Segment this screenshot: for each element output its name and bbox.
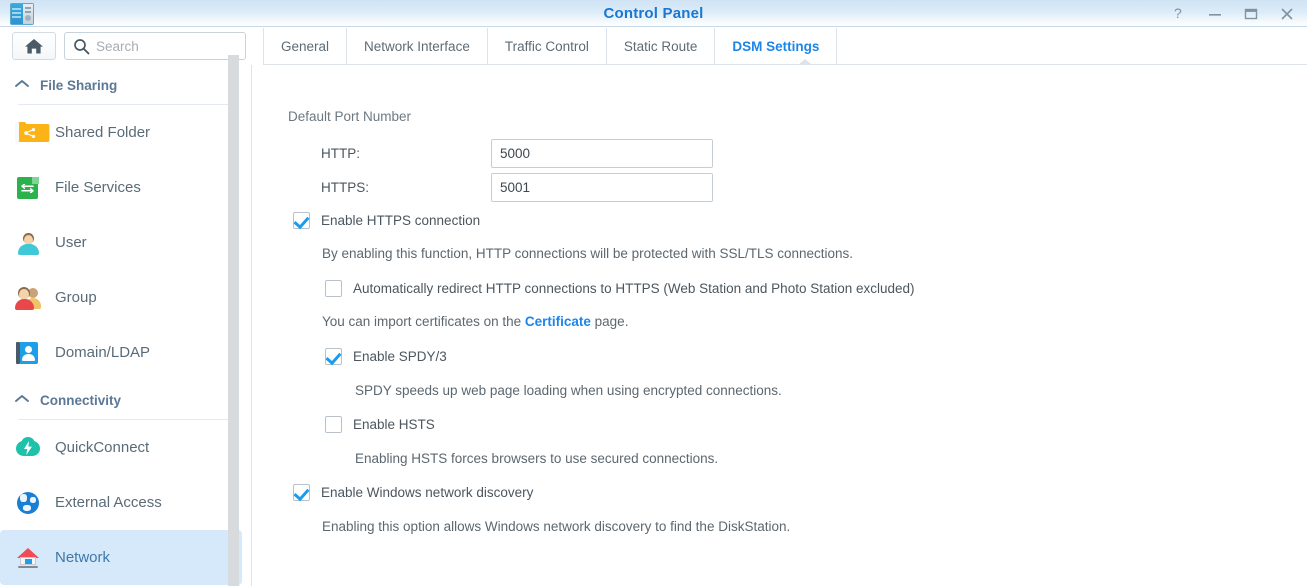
sidebar: Search File Sharing Shared Folder File S… xyxy=(0,27,252,586)
http-port-row: HTTP: xyxy=(321,139,713,168)
shared-folder-icon xyxy=(14,119,50,147)
windows-discovery-description: Enabling this option allows Windows netw… xyxy=(322,519,791,534)
sidebar-item-label: Network xyxy=(55,549,111,566)
home-button[interactable] xyxy=(12,32,56,60)
svg-text:?: ? xyxy=(1174,6,1182,21)
https-port-input[interactable] xyxy=(491,173,713,202)
http-port-input[interactable] xyxy=(491,139,713,168)
windows-discovery-checkbox[interactable] xyxy=(293,484,310,501)
group-icon xyxy=(14,284,42,312)
sidebar-group-header-connectivity[interactable]: Connectivity xyxy=(0,386,252,414)
sidebar-item-label: File Services xyxy=(55,179,141,196)
auto-redirect-checkbox[interactable] xyxy=(325,280,342,297)
sidebar-item-quickconnect[interactable]: QuickConnect xyxy=(0,420,252,475)
sidebar-item-label: Group xyxy=(55,289,97,306)
tab-traffic-control[interactable]: Traffic Control xyxy=(488,28,607,64)
http-port-label: HTTP: xyxy=(321,146,360,161)
home-icon xyxy=(25,39,43,54)
enable-https-label[interactable]: Enable HTTPS connection xyxy=(321,212,480,229)
certificate-note-prefix: You can import certificates on the xyxy=(322,314,525,329)
tab-label: DSM Settings xyxy=(732,38,820,54)
enable-https-row: Enable HTTPS connection xyxy=(293,212,480,229)
domain-ldap-icon xyxy=(14,339,42,367)
tab-dsm-settings[interactable]: DSM Settings xyxy=(715,28,838,64)
dsm-settings-panel: Default Port Number HTTP: HTTPS: Enable … xyxy=(253,65,1307,586)
quickconnect-icon xyxy=(14,434,42,462)
auto-redirect-row: Automatically redirect HTTP connections … xyxy=(325,280,915,297)
search-placeholder: Search xyxy=(96,38,139,54)
tab-general[interactable]: General xyxy=(263,28,348,64)
sidebar-item-label: Shared Folder xyxy=(55,124,151,141)
https-port-row: HTTPS: xyxy=(321,173,713,202)
tab-bar: General Network Interface Traffic Contro… xyxy=(263,28,838,64)
sidebar-item-user[interactable]: User xyxy=(0,215,252,270)
tab-label: Network Interface xyxy=(364,38,470,54)
enable-spdy-description: SPDY speeds up web page loading when usi… xyxy=(355,383,782,398)
sidebar-toolbar: Search xyxy=(0,27,252,65)
enable-spdy-row: Enable SPDY/3 xyxy=(325,348,447,365)
windows-discovery-label[interactable]: Enable Windows network discovery xyxy=(321,484,533,501)
auto-redirect-label[interactable]: Automatically redirect HTTP connections … xyxy=(353,280,915,297)
help-button[interactable]: ? xyxy=(1167,3,1191,25)
maximize-button[interactable] xyxy=(1239,3,1263,25)
chevron-up-icon xyxy=(14,76,30,94)
sidebar-item-shared-folder[interactable]: Shared Folder xyxy=(0,105,252,160)
user-icon xyxy=(14,229,42,257)
sidebar-item-label: User xyxy=(55,234,87,251)
sidebar-item-network[interactable]: Network xyxy=(0,530,242,585)
file-services-icon xyxy=(14,174,42,202)
chevron-up-icon xyxy=(14,391,30,409)
sidebar-item-label: Domain/LDAP xyxy=(55,344,151,361)
sidebar-group-file-sharing: File Sharing Shared Folder File Services… xyxy=(0,71,252,380)
tab-label: Static Route xyxy=(623,38,698,54)
sidebar-group-header-file-sharing[interactable]: File Sharing xyxy=(0,71,252,99)
sidebar-item-external-access[interactable]: External Access xyxy=(0,475,252,530)
tab-network-interface[interactable]: Network Interface xyxy=(347,28,488,64)
sidebar-group-label: Connectivity xyxy=(40,392,122,408)
sidebar-item-label: External Access xyxy=(55,494,162,511)
enable-hsts-row: Enable HSTS xyxy=(325,416,435,433)
page-title: Control Panel xyxy=(603,5,704,22)
control-panel-window: Control Panel ? Search File Sharing Shar… xyxy=(0,0,1307,586)
sidebar-item-group[interactable]: Group xyxy=(0,270,252,325)
sidebar-group-label: File Sharing xyxy=(40,77,118,93)
sidebar-item-domain-ldap[interactable]: Domain/LDAP xyxy=(0,325,252,380)
search-input[interactable]: Search xyxy=(64,32,246,60)
enable-hsts-description: Enabling HSTS forces browsers to use sec… xyxy=(355,451,719,466)
enable-hsts-label[interactable]: Enable HSTS xyxy=(353,416,435,433)
content-area: General Network Interface Traffic Contro… xyxy=(253,27,1307,586)
certificate-note-suffix: page. xyxy=(590,314,629,329)
tab-label: General xyxy=(281,38,330,54)
section-title: Default Port Number xyxy=(288,109,412,124)
active-tab-caret xyxy=(798,59,812,65)
certificate-note: You can import certificates on the Certi… xyxy=(322,314,628,329)
enable-spdy-checkbox[interactable] xyxy=(325,348,342,365)
external-access-icon xyxy=(14,489,42,517)
sidebar-item-file-services[interactable]: File Services xyxy=(0,160,252,215)
search-icon xyxy=(73,38,90,55)
enable-https-description: By enabling this function, HTTP connecti… xyxy=(322,246,854,261)
sidebar-scroll-area: File Sharing Shared Folder File Services… xyxy=(0,65,252,586)
windows-discovery-row: Enable Windows network discovery xyxy=(293,484,533,501)
https-port-label: HTTPS: xyxy=(321,180,370,195)
minimize-button[interactable] xyxy=(1203,3,1227,25)
window-controls: ? xyxy=(1167,0,1299,27)
window-titlebar: Control Panel ? xyxy=(0,0,1307,27)
tab-static-route[interactable]: Static Route xyxy=(607,28,716,64)
sidebar-scrollbar-thumb[interactable] xyxy=(228,55,239,586)
enable-hsts-checkbox[interactable] xyxy=(325,416,342,433)
network-icon xyxy=(14,544,42,572)
sidebar-item-label: QuickConnect xyxy=(55,439,150,456)
certificate-link[interactable]: Certificate xyxy=(525,314,591,329)
enable-https-checkbox[interactable] xyxy=(293,212,310,229)
tab-label: Traffic Control xyxy=(504,38,589,54)
close-button[interactable] xyxy=(1275,3,1299,25)
sidebar-group-connectivity: Connectivity QuickConnect External Acces… xyxy=(0,386,252,585)
enable-spdy-label[interactable]: Enable SPDY/3 xyxy=(353,348,447,365)
